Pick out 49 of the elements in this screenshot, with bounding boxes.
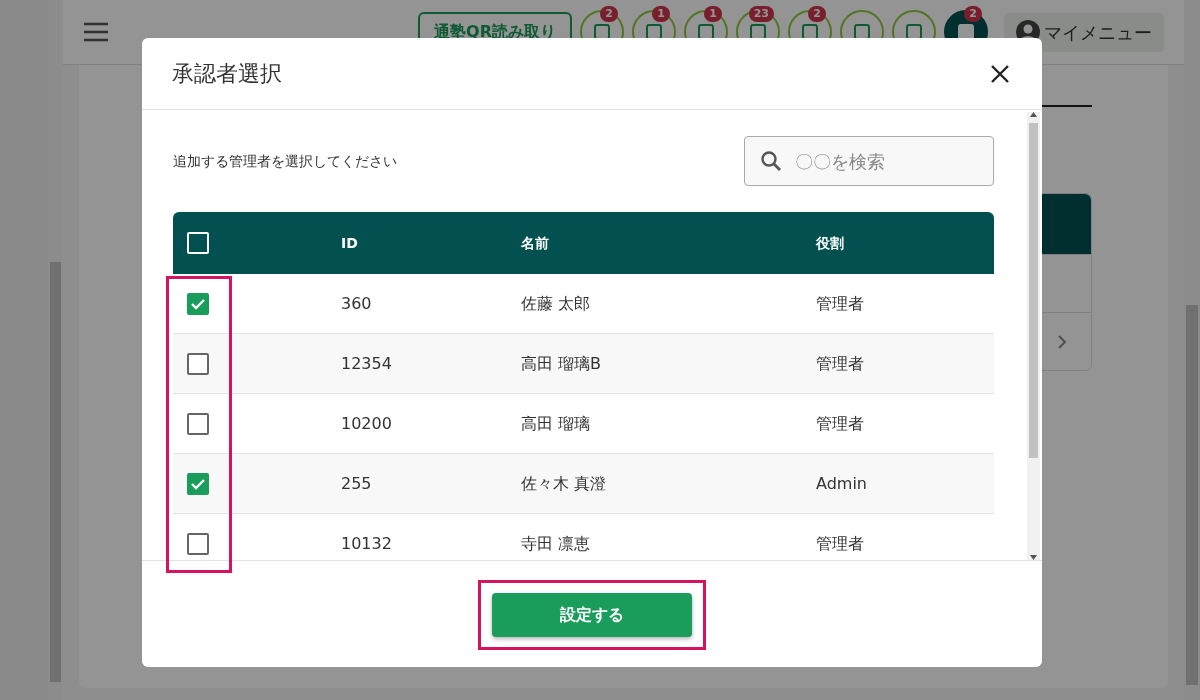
square-icon — [593, 23, 611, 41]
my-menu-button[interactable]: マイメニュー — [1004, 12, 1164, 52]
table-cell: 10132 — [341, 533, 392, 553]
column-header: ID — [341, 234, 358, 251]
column-header: 役割 — [816, 234, 844, 251]
scroll-thumb[interactable] — [1186, 305, 1198, 685]
square-icon — [853, 23, 871, 41]
submit-button[interactable]: 設定する — [492, 593, 692, 637]
column-header: 名前 — [521, 234, 549, 251]
instruction-text: 追加する管理者を選択してください — [173, 151, 397, 171]
chevron-right-icon[interactable] — [1057, 333, 1067, 350]
count-badge: 1 — [652, 6, 670, 22]
table-cell: 12354 — [341, 353, 392, 373]
scroll-up-icon[interactable] — [1030, 112, 1037, 117]
menu-icon[interactable] — [83, 22, 109, 42]
table-cell: 255 — [341, 473, 372, 493]
checkbox[interactable] — [187, 292, 209, 315]
table-cell: 管理者 — [816, 413, 864, 433]
search-field[interactable]: 〇〇を検索 — [744, 136, 994, 186]
table-cell: 佐々木 真澄 — [521, 473, 607, 493]
checkbox[interactable] — [187, 352, 209, 375]
count-badge: 2 — [964, 6, 982, 22]
square-icon — [697, 23, 715, 41]
count-badge: 23 — [748, 6, 774, 22]
square-icon — [801, 23, 819, 41]
square-icon — [905, 23, 923, 41]
square-icon — [749, 23, 767, 41]
scrollbar[interactable] — [1027, 112, 1040, 560]
table-cell: 高田 瑠璃 — [521, 413, 591, 433]
count-badge: 2 — [808, 6, 826, 22]
count-badge: 2 — [600, 6, 618, 22]
checkbox[interactable] — [187, 472, 209, 495]
scroll-thumb[interactable] — [50, 262, 61, 682]
table-cell: 寺田 凛恵 — [521, 533, 591, 553]
checkbox[interactable] — [187, 412, 209, 435]
table-cell: 高田 瑠璃B — [521, 353, 602, 373]
checkbox[interactable] — [187, 532, 209, 555]
table-cell: 10200 — [341, 413, 392, 433]
scroll-thumb[interactable] — [1029, 123, 1038, 458]
table-cell: 管理者 — [816, 533, 864, 553]
table-cell: 360 — [341, 293, 372, 313]
count-badge: 1 — [704, 6, 722, 22]
table-cell: 管理者 — [816, 293, 864, 313]
table-cell: 佐藤 太郎 — [521, 293, 591, 313]
square-icon — [645, 23, 663, 41]
scroll-down-icon[interactable] — [1030, 555, 1037, 560]
table-cell: Admin — [816, 473, 867, 493]
modal-title: 承認者選択 — [172, 60, 282, 88]
table-cell: 管理者 — [816, 353, 864, 373]
